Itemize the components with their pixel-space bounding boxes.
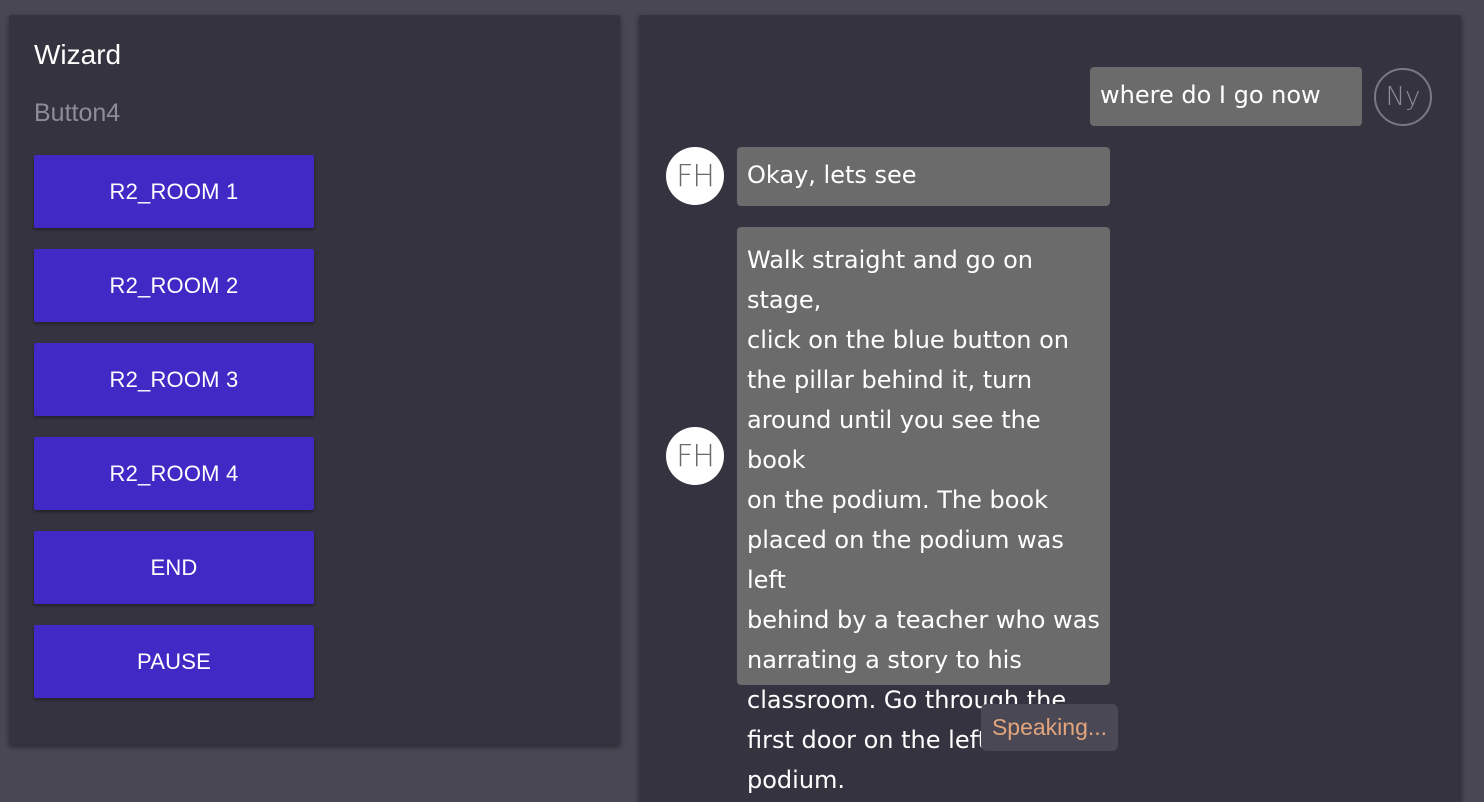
chat-panel: where do I go now Ny FH Okay, lets see F…	[639, 15, 1461, 802]
bot-avatar: FH	[666, 427, 724, 485]
user-avatar: Ny	[1374, 68, 1432, 126]
speaking-status: Speaking...	[981, 704, 1118, 751]
end-button[interactable]: END	[34, 531, 314, 604]
app-root: Wizard Button4 R2_ROOM 1 R2_ROOM 2 R2_RO…	[0, 0, 1484, 802]
r2-room-3-button[interactable]: R2_ROOM 3	[34, 343, 314, 416]
user-message: where do I go now	[1090, 67, 1362, 126]
pause-button[interactable]: PAUSE	[34, 625, 314, 698]
bot-avatar: FH	[666, 147, 724, 205]
bot-message: Okay, lets see	[737, 147, 1110, 206]
r2-room-2-button[interactable]: R2_ROOM 2	[34, 249, 314, 322]
wizard-button-list: R2_ROOM 1 R2_ROOM 2 R2_ROOM 3 R2_ROOM 4 …	[34, 155, 314, 719]
selected-button-label: Button4	[34, 99, 121, 127]
wizard-title: Wizard	[34, 39, 122, 70]
r2-room-1-button[interactable]: R2_ROOM 1	[34, 155, 314, 228]
wizard-panel: Wizard Button4 R2_ROOM 1 R2_ROOM 2 R2_RO…	[9, 15, 620, 745]
r2-room-4-button[interactable]: R2_ROOM 4	[34, 437, 314, 510]
bot-message: Walk straight and go on stage, click on …	[737, 227, 1110, 794]
